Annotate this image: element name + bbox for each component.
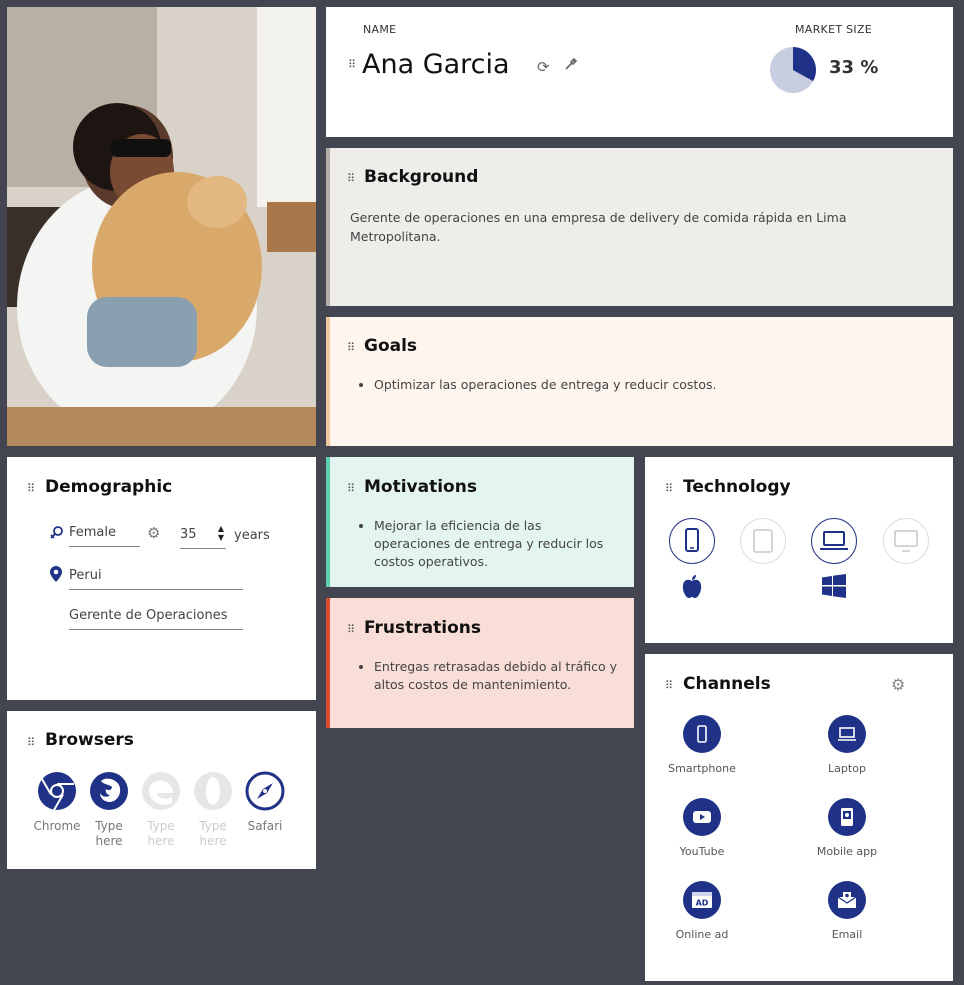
tech-laptop[interactable] [811,518,857,564]
persona-photo[interactable] [7,7,316,446]
channels-title: Channels [683,674,771,694]
edge-icon [142,772,180,810]
browser-label[interactable]: Type here [135,819,187,849]
firefox-icon [90,772,128,810]
demographic-title: Demographic [45,477,173,497]
age-input[interactable]: 35 ▲ ▼ [180,524,226,549]
channel-laptop[interactable]: Laptop [792,715,902,775]
channel-online-ad[interactable]: AD Online ad [647,881,757,941]
drag-handle-icon[interactable]: ⠿ [27,737,35,748]
windows-icon[interactable] [822,574,846,602]
channel-label: YouTube [679,845,725,858]
occupation-input[interactable]: Gerente de Operaciones [69,608,243,630]
drag-handle-icon[interactable]: ⠿ [665,483,673,494]
gear-icon[interactable]: ⚙ [147,524,160,542]
browser-firefox[interactable]: Type here [83,771,135,849]
drag-handle-icon[interactable]: ⠿ [665,680,673,691]
tablet-icon [753,529,773,553]
channel-label: Online ad [675,928,729,941]
name-label: NAME [363,23,397,36]
drag-handle-icon[interactable]: ⠿ [27,483,35,494]
channels-card: ⠿ Channels ⚙ Smartphone Laptop YouTube M… [645,654,953,981]
motivation-item[interactable]: Mejorar la eficiencia de las operaciones… [374,517,620,571]
age-value: 35 [180,527,197,542]
drag-handle-icon[interactable]: ⠿ [347,624,355,635]
tech-tablet[interactable] [740,518,786,564]
drag-handle-icon[interactable]: ⠿ [347,483,355,494]
background-card: ⠿ Background Gerente de operaciones en u… [326,148,953,306]
goals-card: ⠿ Goals Optimizar las operaciones de ent… [326,317,953,446]
smartphone-icon [697,725,707,743]
persona-name[interactable]: Ana Garcia [362,49,510,80]
browser-chrome[interactable]: Chrome [31,771,83,834]
browser-opera[interactable]: Type here [187,771,239,849]
safari-icon [245,771,285,811]
market-size-pie [770,47,816,93]
drag-handle-icon[interactable]: ⠿ [347,342,355,353]
channel-email[interactable]: Email [792,881,902,941]
frustrations-list[interactable]: Entregas retrasadas debido al tráfico y … [350,658,620,694]
frustration-item[interactable]: Entregas retrasadas debido al tráfico y … [374,658,620,694]
channel-label: Smartphone [668,762,736,775]
motivations-title: Motivations [364,477,477,497]
gender-icon [49,525,65,545]
channel-smartphone[interactable]: Smartphone [647,715,757,775]
browser-label[interactable]: Safari [239,819,291,834]
youtube-icon [693,811,711,823]
market-size-value: 33 % [829,57,879,78]
motivations-card: ⠿ Motivations Mejorar la eficiencia de l… [326,457,634,587]
persona-photo-image [7,7,316,446]
frustrations-card: ⠿ Frustrations Entregas retrasadas debid… [326,598,634,728]
svg-text:AD: AD [696,899,709,908]
demographic-card: ⠿ Demographic Female ⚙ 35 ▲ ▼ years Perui… [7,457,316,700]
laptop-icon [838,727,856,741]
email-icon [837,892,857,908]
channel-mobile-app[interactable]: Mobile app [792,798,902,858]
eyedropper-icon[interactable] [564,57,578,75]
tech-desktop[interactable] [883,518,929,564]
browser-label[interactable]: Type here [83,819,135,849]
browser-label[interactable]: Type here [187,819,239,849]
laptop-icon [820,531,848,550]
online-ad-icon: AD [692,892,712,908]
browsers-card: ⠿ Browsers Chrome Type here Type here Ty… [7,711,316,869]
mobile-app-icon [841,808,853,826]
refresh-icon[interactable]: ⟳ [537,58,550,76]
apple-icon[interactable] [681,574,703,604]
channel-label: Laptop [828,762,866,775]
drag-handle-icon[interactable]: ⠿ [347,173,355,184]
background-title: Background [364,167,479,187]
frustrations-title: Frustrations [364,618,481,638]
channel-youtube[interactable]: YouTube [647,798,757,858]
channel-label: Email [831,928,863,941]
age-stepper-icon[interactable]: ▲ ▼ [218,524,224,542]
gender-select[interactable]: Female [69,525,140,547]
drag-handle-icon[interactable]: ⠿ [348,59,356,70]
gear-icon[interactable]: ⚙ [891,675,905,694]
age-unit: years [234,528,270,543]
browser-label[interactable]: Chrome [31,819,83,834]
browser-edge[interactable]: Type here [135,771,187,849]
tech-smartphone[interactable] [669,518,715,564]
goal-item[interactable]: Optimizar las operaciones de entrega y r… [374,376,910,394]
location-input[interactable]: Perui [69,568,243,590]
goals-list[interactable]: Optimizar las operaciones de entrega y r… [350,376,910,394]
header-card: NAME ⠿ Ana Garcia ⟳ MARKET SIZE 33 % [326,7,953,137]
market-size-label: MARKET SIZE [795,23,873,36]
browser-safari[interactable]: Safari [239,771,291,834]
technology-card: ⠿ Technology [645,457,953,643]
opera-icon [194,772,232,810]
location-pin-icon [50,566,62,586]
motivations-list[interactable]: Mejorar la eficiencia de las operaciones… [350,517,620,571]
browsers-title: Browsers [45,730,134,750]
chrome-icon [38,772,76,811]
channel-label: Mobile app [816,845,878,858]
background-text[interactable]: Gerente de operaciones en una empresa de… [350,208,910,246]
smartphone-icon [685,528,699,552]
technology-title: Technology [683,477,791,497]
desktop-icon [894,530,918,552]
goals-title: Goals [364,336,418,356]
